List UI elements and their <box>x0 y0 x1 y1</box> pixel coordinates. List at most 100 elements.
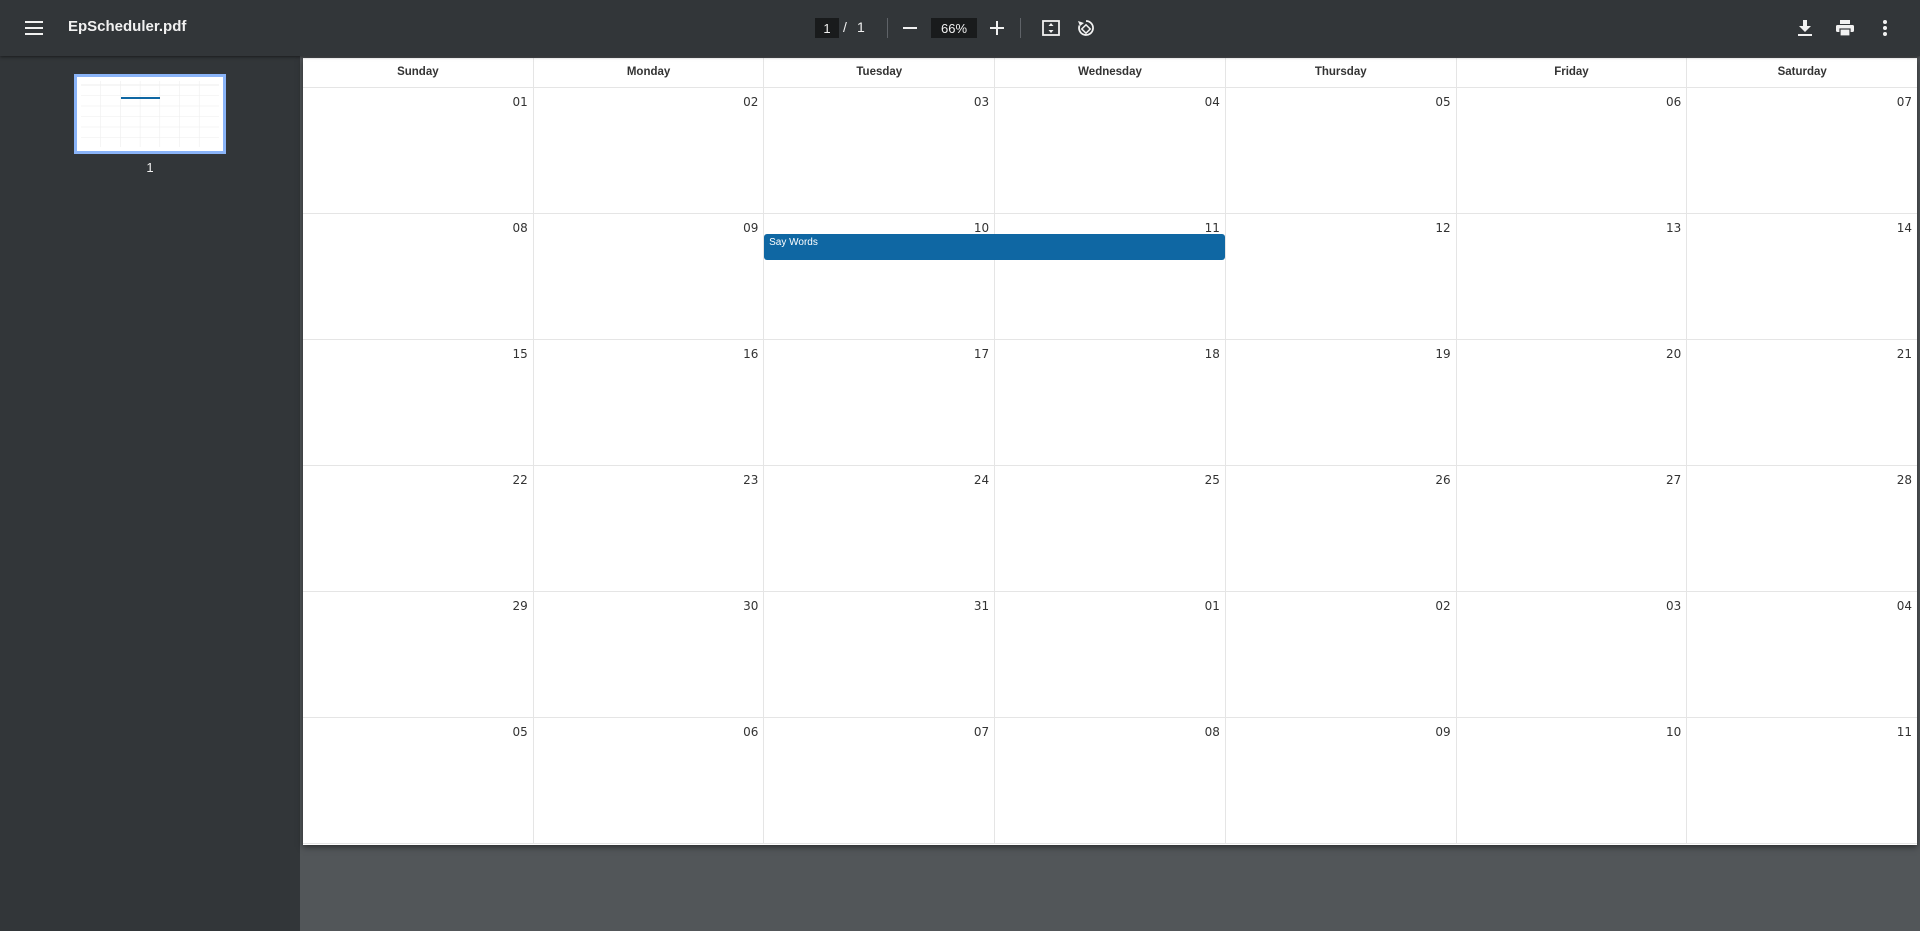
calendar-day-cell[interactable]: 19 <box>1226 340 1457 465</box>
zoom-in-button[interactable] <box>981 12 1013 44</box>
zoom-out-button[interactable] <box>894 12 926 44</box>
calendar-day-cell[interactable]: 16 <box>534 340 765 465</box>
calendar-day-cell[interactable]: 05 <box>1226 88 1457 213</box>
calendar-day-cell[interactable]: 14 <box>1687 214 1917 339</box>
calendar-day-number: 01 <box>512 95 528 109</box>
weekday-saturday: Saturday <box>1777 66 1827 78</box>
calendar-day-cell[interactable]: 27 <box>1457 466 1688 591</box>
calendar-day-number: 23 <box>743 473 759 487</box>
calendar-day-cell[interactable]: 05 <box>303 718 534 843</box>
calendar-day-cell[interactable]: 08 <box>995 718 1226 843</box>
calendar-day-number: 06 <box>1666 95 1682 109</box>
thumbnail-sidebar: 1 <box>0 56 300 931</box>
calendar-week-row: 29 30 31 01 02 03 04 <box>303 592 1917 718</box>
calendar-day-number: 09 <box>1435 725 1451 739</box>
calendar-day-number: 29 <box>512 599 528 613</box>
calendar-day-cell[interactable]: 09 <box>1226 718 1457 843</box>
calendar-day-number: 09 <box>743 221 759 235</box>
calendar-day-cell[interactable]: 02 <box>534 88 765 213</box>
calendar-day-cell[interactable]: 22 <box>303 466 534 591</box>
calendar-day-cell[interactable]: 20 <box>1457 340 1688 465</box>
weekday-monday: Monday <box>534 58 765 87</box>
calendar-day-cell[interactable]: 18 <box>995 340 1226 465</box>
calendar-day-number: 02 <box>1435 599 1451 613</box>
calendar-day-cell[interactable]: 02 <box>1226 592 1457 717</box>
calendar-day-cell[interactable]: 07 <box>764 718 996 843</box>
calendar-week-row: 05 06 07 08 09 10 11 <box>303 718 1917 844</box>
calendar-day-cell[interactable]: 12 <box>1226 214 1457 339</box>
calendar-day-number: 05 <box>512 725 528 739</box>
calendar-day-cell[interactable]: 25 <box>995 466 1226 591</box>
event-title: Say Words <box>769 237 818 248</box>
calendar-week-row: 01 02 03 04 05 06 07 <box>303 88 1917 214</box>
calendar-weekday-header: Sunday Monday Tuesday Wednesday Thursday Frid… <box>303 58 1917 88</box>
calendar-day-number: 02 <box>743 95 759 109</box>
calendar-week-row: 15 16 17 18 19 20 21 <box>303 340 1917 466</box>
calendar-day-number: 18 <box>1204 347 1220 361</box>
calendar-day-cell[interactable]: 08 <box>303 214 534 339</box>
calendar-day-number: 31 <box>973 599 990 613</box>
calendar-day-cell[interactable]: 21 <box>1687 340 1917 465</box>
calendar-event-say-words[interactable]: Say Words <box>764 234 1226 260</box>
calendar-day-number: 05 <box>1435 95 1451 109</box>
weekday-wednesday: Wednesday <box>995 58 1226 87</box>
calendar-day-number: 10 <box>973 221 990 235</box>
calendar-day-cell[interactable]: 01 <box>995 592 1226 717</box>
calendar-week-row: 22 23 24 25 26 27 28 <box>303 466 1917 592</box>
page-number-input[interactable] <box>815 18 839 38</box>
calendar-day-cell[interactable]: 17 <box>764 340 996 465</box>
calendar-day-cell[interactable]: 30 <box>534 592 765 717</box>
download-button[interactable] <box>1789 12 1821 44</box>
more-options-button[interactable] <box>1869 12 1901 44</box>
calendar-day-cell[interactable]: 11 <box>1687 718 1917 843</box>
calendar-day-cell[interactable]: 24 <box>764 466 996 591</box>
calendar-day-number: 11 <box>1896 725 1913 739</box>
calendar-grid: 01 02 03 04 05 06 07 08 09 10 11 12 13 14 15 16 17 18 19 20… <box>303 88 1917 845</box>
calendar-day-cell[interactable]: 11 <box>995 214 1226 339</box>
calendar-day-cell[interactable]: 10 <box>1457 718 1688 843</box>
toolbar-divider <box>887 18 888 38</box>
zoom-input[interactable] <box>931 18 977 38</box>
calendar-day-number: 03 <box>973 95 990 109</box>
calendar-day-cell[interactable]: 23 <box>534 466 765 591</box>
calendar-day-cell[interactable]: 31 <box>764 592 996 717</box>
calendar-day-cell[interactable]: 26 <box>1226 466 1457 591</box>
calendar-day-cell[interactable]: 03 <box>1457 592 1688 717</box>
calendar-day-number: 07 <box>973 725 990 739</box>
calendar-day-number: 12 <box>1435 221 1451 235</box>
rotate-button[interactable] <box>1070 12 1102 44</box>
calendar-day-number: 17 <box>973 347 990 361</box>
calendar-day-cell[interactable]: 04 <box>1687 592 1917 717</box>
weekday-tuesday: Tuesday <box>764 58 996 87</box>
calendar-day-number: 16 <box>743 347 759 361</box>
calendar-day-number: 10 <box>1666 725 1682 739</box>
calendar-day-number: 07 <box>1896 95 1913 109</box>
calendar-day-number: 19 <box>1435 347 1451 361</box>
rotate-icon <box>1078 20 1094 36</box>
print-button[interactable] <box>1829 12 1861 44</box>
calendar-day-number: 04 <box>1204 95 1220 109</box>
calendar-day-number: 08 <box>512 221 528 235</box>
calendar-day-cell[interactable]: 06 <box>1457 88 1688 213</box>
calendar-day-cell[interactable]: 09 <box>534 214 765 339</box>
calendar-day-number: 20 <box>1666 347 1682 361</box>
page-thumbnail[interactable] <box>74 74 226 154</box>
calendar-day-cell[interactable]: 04 <box>995 88 1226 213</box>
calendar-day-cell[interactable]: 15 <box>303 340 534 465</box>
calendar-day-number: 26 <box>1435 473 1451 487</box>
calendar-day-cell[interactable]: 06 <box>534 718 765 843</box>
calendar-day-cell[interactable]: 03 <box>764 88 996 213</box>
calendar-day-number: 06 <box>743 725 759 739</box>
thumbnail-calendar-image <box>81 81 219 147</box>
calendar-day-cell[interactable]: 28 <box>1687 466 1917 591</box>
calendar-day-cell[interactable]: 10 <box>764 214 996 339</box>
more-vert-icon <box>1883 20 1887 36</box>
calendar-day-number: 28 <box>1896 473 1913 487</box>
fit-to-page-button[interactable] <box>1035 12 1067 44</box>
calendar-day-cell[interactable]: 07 <box>1687 88 1917 213</box>
calendar-day-cell[interactable]: 13 <box>1457 214 1688 339</box>
calendar-day-cell[interactable]: 01 <box>303 88 534 213</box>
calendar-day-cell[interactable]: 29 <box>303 592 534 717</box>
weekday-thursday: Thursday <box>1226 58 1457 87</box>
menu-icon[interactable] <box>18 12 50 44</box>
